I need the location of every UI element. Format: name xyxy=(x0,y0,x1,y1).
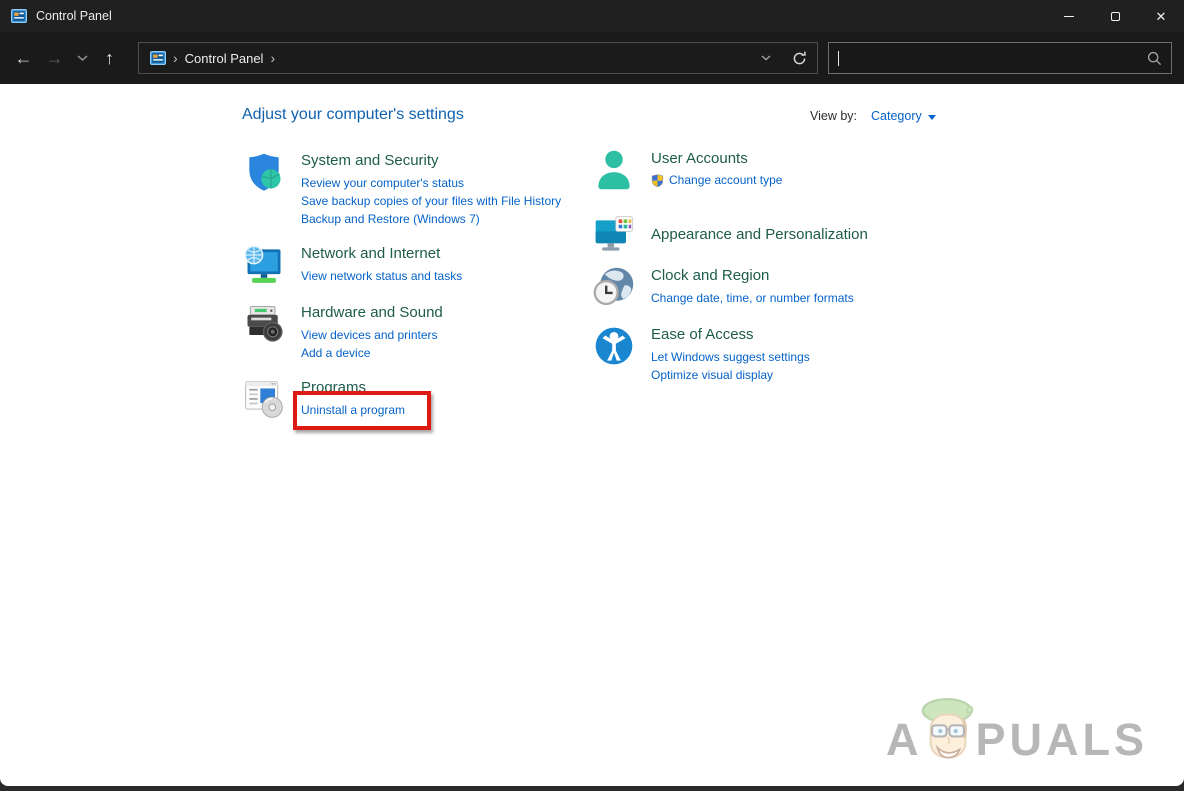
category-link-ease-of-access[interactable]: Ease of Access xyxy=(651,325,754,345)
link-view-devices-and-printers[interactable]: View devices and printers xyxy=(301,328,438,342)
programs-window-icon xyxy=(242,377,286,421)
link-optimize-visual-display[interactable]: Optimize visual display xyxy=(651,368,773,382)
category-link-appearance-and-personalization[interactable]: Appearance and Personalization xyxy=(651,214,868,245)
printer-icon xyxy=(242,302,286,346)
user-icon xyxy=(592,148,636,192)
back-icon: ← xyxy=(15,48,33,69)
dropdown-triangle-icon[interactable] xyxy=(928,115,936,120)
category-link-system-and-security[interactable]: System and Security xyxy=(301,151,439,171)
search-box[interactable] xyxy=(828,42,1172,74)
uac-shield-icon xyxy=(651,174,664,187)
address-bar[interactable]: › Control Panel › xyxy=(138,42,818,74)
appearance-monitor-icon xyxy=(592,213,636,257)
link-change-account-type[interactable]: Change account type xyxy=(669,172,782,189)
maximize-button[interactable] xyxy=(1092,0,1138,32)
appuals-watermark: A PUALS xyxy=(886,688,1148,762)
address-dropdown-button[interactable] xyxy=(761,55,771,61)
title-bar: Control Panel ✕ xyxy=(0,0,1184,32)
network-monitor-icon xyxy=(242,243,286,287)
refresh-button[interactable] xyxy=(791,50,808,67)
up-button[interactable]: ↑ xyxy=(94,41,125,75)
category-link-network-and-internet[interactable]: Network and Internet xyxy=(301,244,440,264)
minimize-button[interactable] xyxy=(1046,0,1092,32)
chevron-down-icon xyxy=(761,55,771,61)
category-hardware-and-sound: Hardware and Sound View devices and prin… xyxy=(242,302,592,362)
breadcrumb-chevron-icon[interactable]: › xyxy=(270,51,275,65)
watermark-letter: A xyxy=(886,719,923,762)
view-by-label: View by: xyxy=(810,109,857,123)
category-ease-of-access: Ease of Access Let Windows suggest setti… xyxy=(592,324,942,384)
view-by-dropdown[interactable]: Category xyxy=(871,109,922,123)
search-input[interactable] xyxy=(839,43,1147,73)
category-clock-and-region: Clock and Region Change date, time, or n… xyxy=(592,265,942,309)
forward-icon: → xyxy=(46,48,64,69)
watermark-letters: PUALS xyxy=(975,719,1148,762)
page-title: Adjust your computer's settings xyxy=(242,106,464,124)
up-icon: ↑ xyxy=(105,48,114,69)
link-save-backup-copies-of-your-files-with-file-history[interactable]: Save backup copies of your files with Fi… xyxy=(301,194,561,208)
window-controls: ✕ xyxy=(1046,0,1184,32)
minimize-icon xyxy=(1064,16,1074,17)
control-panel-icon xyxy=(11,8,27,24)
category-programs: Programs Uninstall a program xyxy=(242,377,592,421)
forward-button[interactable]: → xyxy=(39,41,70,75)
search-icon xyxy=(1147,51,1162,66)
link-let-windows-suggest-settings[interactable]: Let Windows suggest settings xyxy=(651,350,810,364)
view-by-control: View by: Category xyxy=(810,109,936,123)
navigation-bar: ← → ↑ › Control Panel › xyxy=(0,32,1184,84)
chevron-down-icon xyxy=(77,55,88,62)
category-link-programs[interactable]: Programs xyxy=(301,378,366,398)
category-link-user-accounts[interactable]: User Accounts xyxy=(651,149,748,169)
breadcrumb-item-control-panel[interactable]: Control Panel xyxy=(185,51,264,66)
category-link-hardware-and-sound[interactable]: Hardware and Sound xyxy=(301,303,443,323)
category-user-accounts: User Accounts Change account type xyxy=(592,148,942,192)
close-button[interactable]: ✕ xyxy=(1138,0,1184,32)
link-backup-and-restore-windows-7[interactable]: Backup and Restore (Windows 7) xyxy=(301,212,480,226)
link-uninstall-a-program[interactable]: Uninstall a program xyxy=(301,403,405,417)
link-add-a-device[interactable]: Add a device xyxy=(301,346,370,360)
category-appearance-and-personalization: Appearance and Personalization xyxy=(592,213,942,257)
accessibility-icon xyxy=(592,324,636,368)
category-link-clock-and-region[interactable]: Clock and Region xyxy=(651,266,769,286)
category-system-and-security: System and Security Review your computer… xyxy=(242,150,592,228)
maximize-icon xyxy=(1111,12,1120,21)
link-review-your-computer-s-status[interactable]: Review your computer's status xyxy=(301,176,464,190)
recent-pages-button[interactable] xyxy=(70,41,94,75)
refresh-icon xyxy=(791,50,808,67)
shield-icon xyxy=(242,150,286,194)
category-column-right: User Accounts Change account type Appear… xyxy=(592,148,942,399)
control-panel-home: Adjust your computer's settings View by:… xyxy=(0,84,1184,786)
control-panel-icon xyxy=(150,50,166,66)
close-icon: ✕ xyxy=(1156,10,1167,23)
globe-clock-icon xyxy=(592,265,636,309)
category-column-left: System and Security Review your computer… xyxy=(242,150,592,436)
appuals-mascot-icon xyxy=(919,696,977,770)
link-view-network-status-and-tasks[interactable]: View network status and tasks xyxy=(301,269,462,283)
category-network-and-internet: Network and Internet View network status… xyxy=(242,243,592,287)
link-change-date-time-or-number-formats[interactable]: Change date, time, or number formats xyxy=(651,291,854,305)
breadcrumb-chevron-icon: › xyxy=(173,51,178,65)
back-button[interactable]: ← xyxy=(8,41,39,75)
window-title: Control Panel xyxy=(36,9,112,23)
